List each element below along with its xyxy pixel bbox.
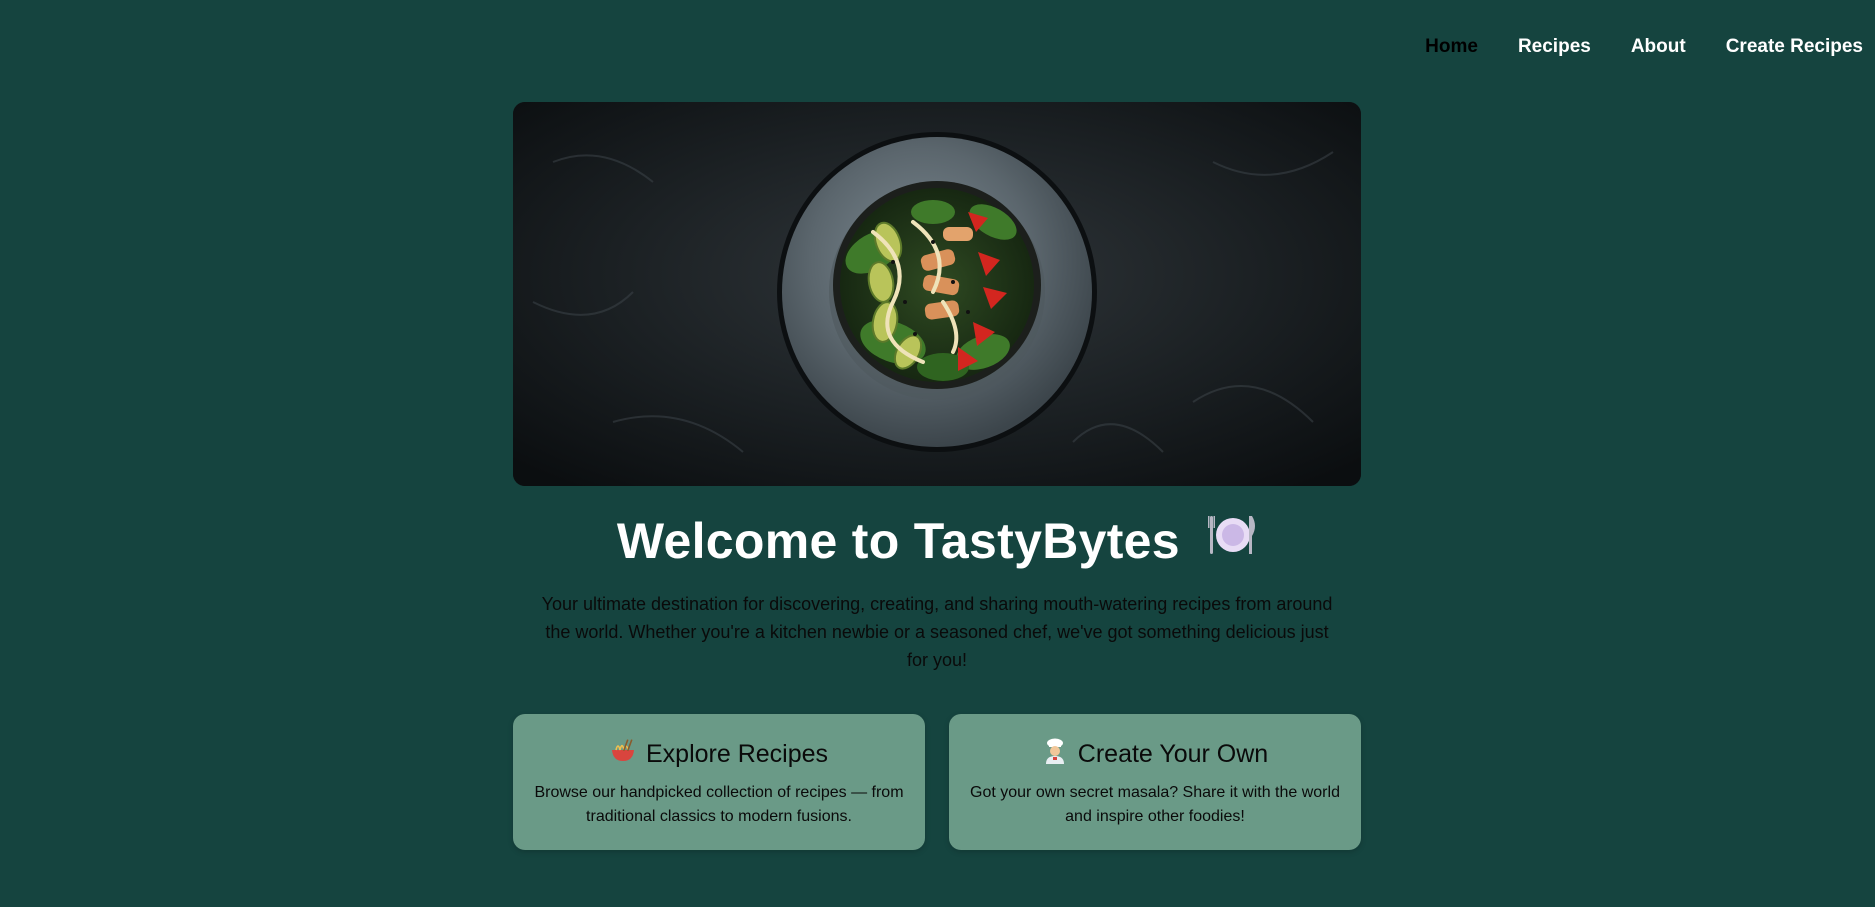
top-nav: Home Recipes About Create Recipes [1425,36,1863,58]
explore-recipes-card-description: Browse our handpicked collection of reci… [534,784,904,825]
create-your-own-card-description: Got your own secret masala? Share it wit… [970,784,1340,825]
explore-recipes-card-heading: Explore Recipes [645,740,829,768]
nav-about-link[interactable]: About [1631,36,1686,58]
explore-recipes-card[interactable]: Explore Recipes Browse our handpicked co… [513,714,925,850]
create-your-own-card-heading: Create Your Own [1077,740,1269,768]
explore-recipes-card-title: Explore Recipes [513,738,925,771]
page-subtitle: Your ultimate destination for discoverin… [541,594,1333,670]
nav-recipes-link[interactable]: Recipes [1518,36,1591,58]
fork-knife-plate-icon [1208,510,1258,572]
chef-icon [1042,738,1068,771]
hero-image [513,102,1361,486]
noodle-bowl-icon [610,738,636,771]
page-title: Welcome to TastyBytes [0,512,1875,572]
create-your-own-card[interactable]: Create Your Own Got your own secret masa… [949,714,1361,850]
create-your-own-card-title: Create Your Own [949,738,1361,771]
salad-bowl-photo [513,102,1361,486]
nav-create-recipes-link[interactable]: Create Recipes [1726,36,1863,58]
page-title-text: Welcome to TastyBytes [616,513,1180,569]
nav-home-link[interactable]: Home [1425,36,1478,58]
page: Home Recipes About Create Recipes Welcom… [0,0,1875,907]
